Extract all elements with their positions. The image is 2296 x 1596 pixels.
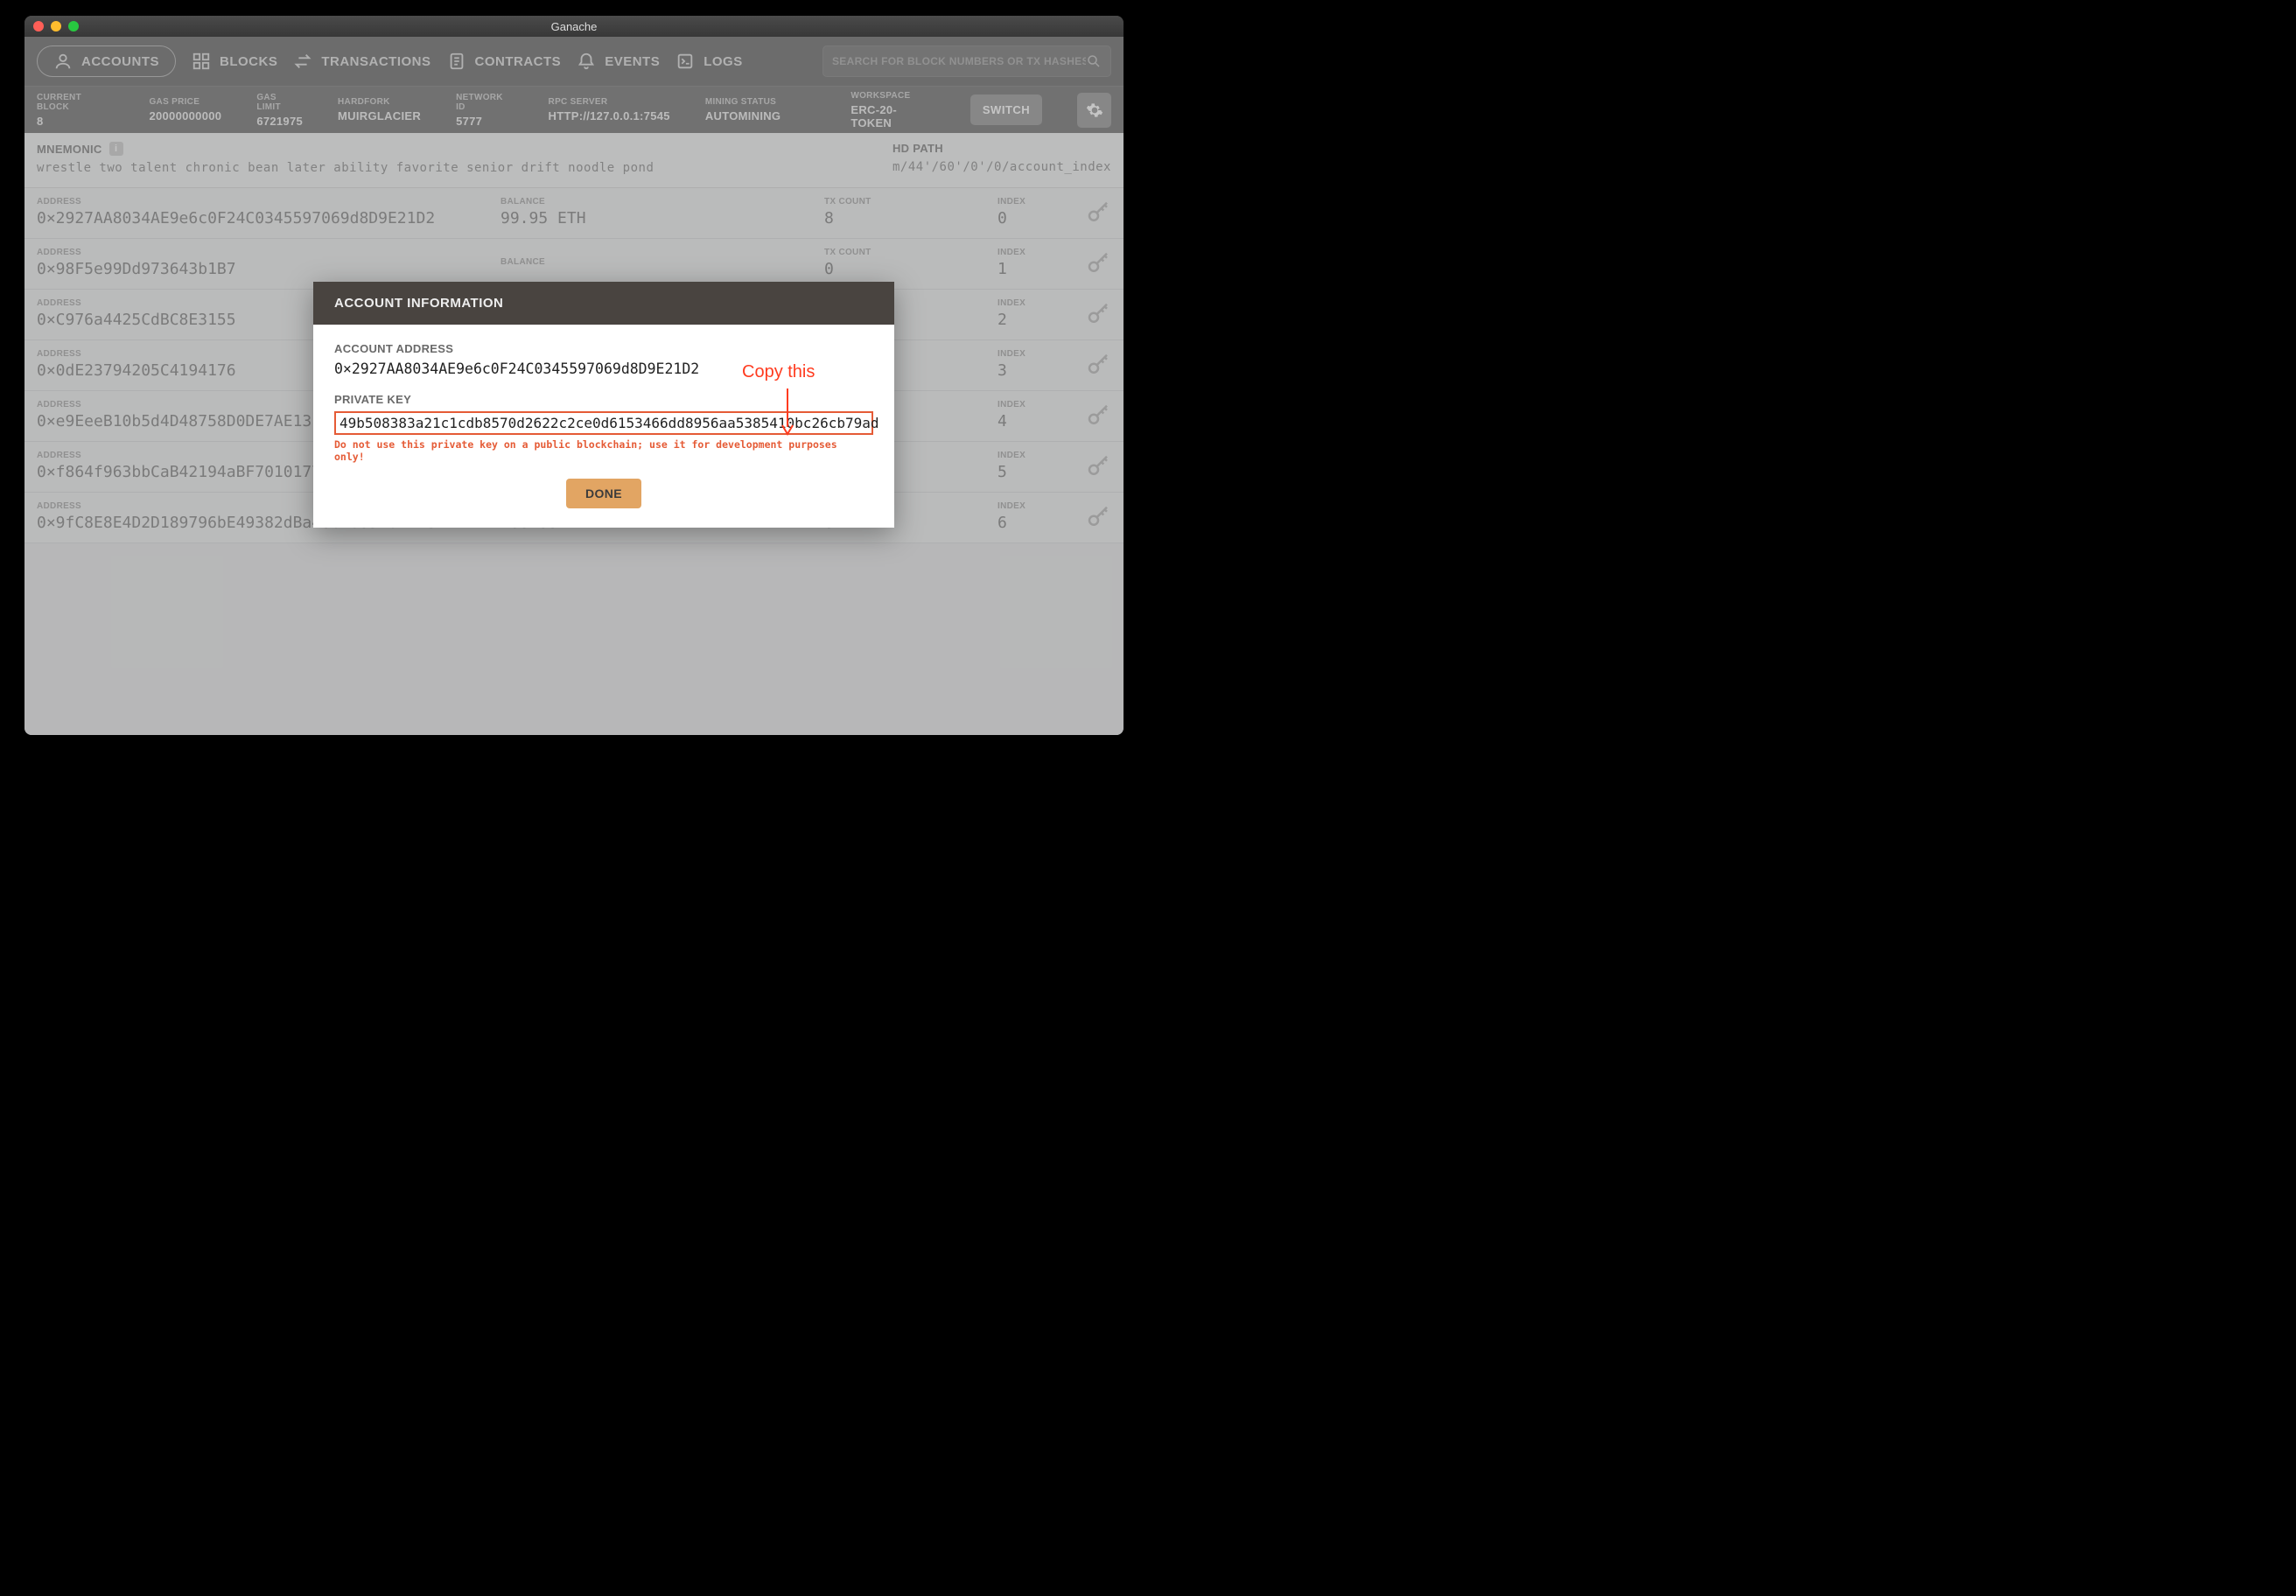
modal-address-value: 0×2927AA8034AE9e6c0F24C0345597069d8D9E21… [334, 360, 873, 377]
app-window: Ganache ACCOUNTS BLOCKS TRANSACTIONS CON… [24, 16, 1124, 735]
modal-pk-value[interactable]: 49b508383a21c1cdb8570d2622c2ce0d6153466d… [334, 411, 873, 435]
done-button[interactable]: DONE [566, 479, 641, 508]
window-title: Ganache [24, 20, 1124, 33]
modal-pk-label: PRIVATE KEY [334, 393, 873, 406]
app-body: ACCOUNTS BLOCKS TRANSACTIONS CONTRACTS E… [24, 37, 1124, 735]
modal-pk-warning: Do not use this private key on a public … [334, 438, 873, 463]
titlebar: Ganache [24, 16, 1124, 37]
account-info-modal: ACCOUNT INFORMATION ACCOUNT ADDRESS 0×29… [313, 282, 894, 528]
modal-address-label: ACCOUNT ADDRESS [334, 342, 873, 355]
modal-title: ACCOUNT INFORMATION [313, 282, 894, 325]
